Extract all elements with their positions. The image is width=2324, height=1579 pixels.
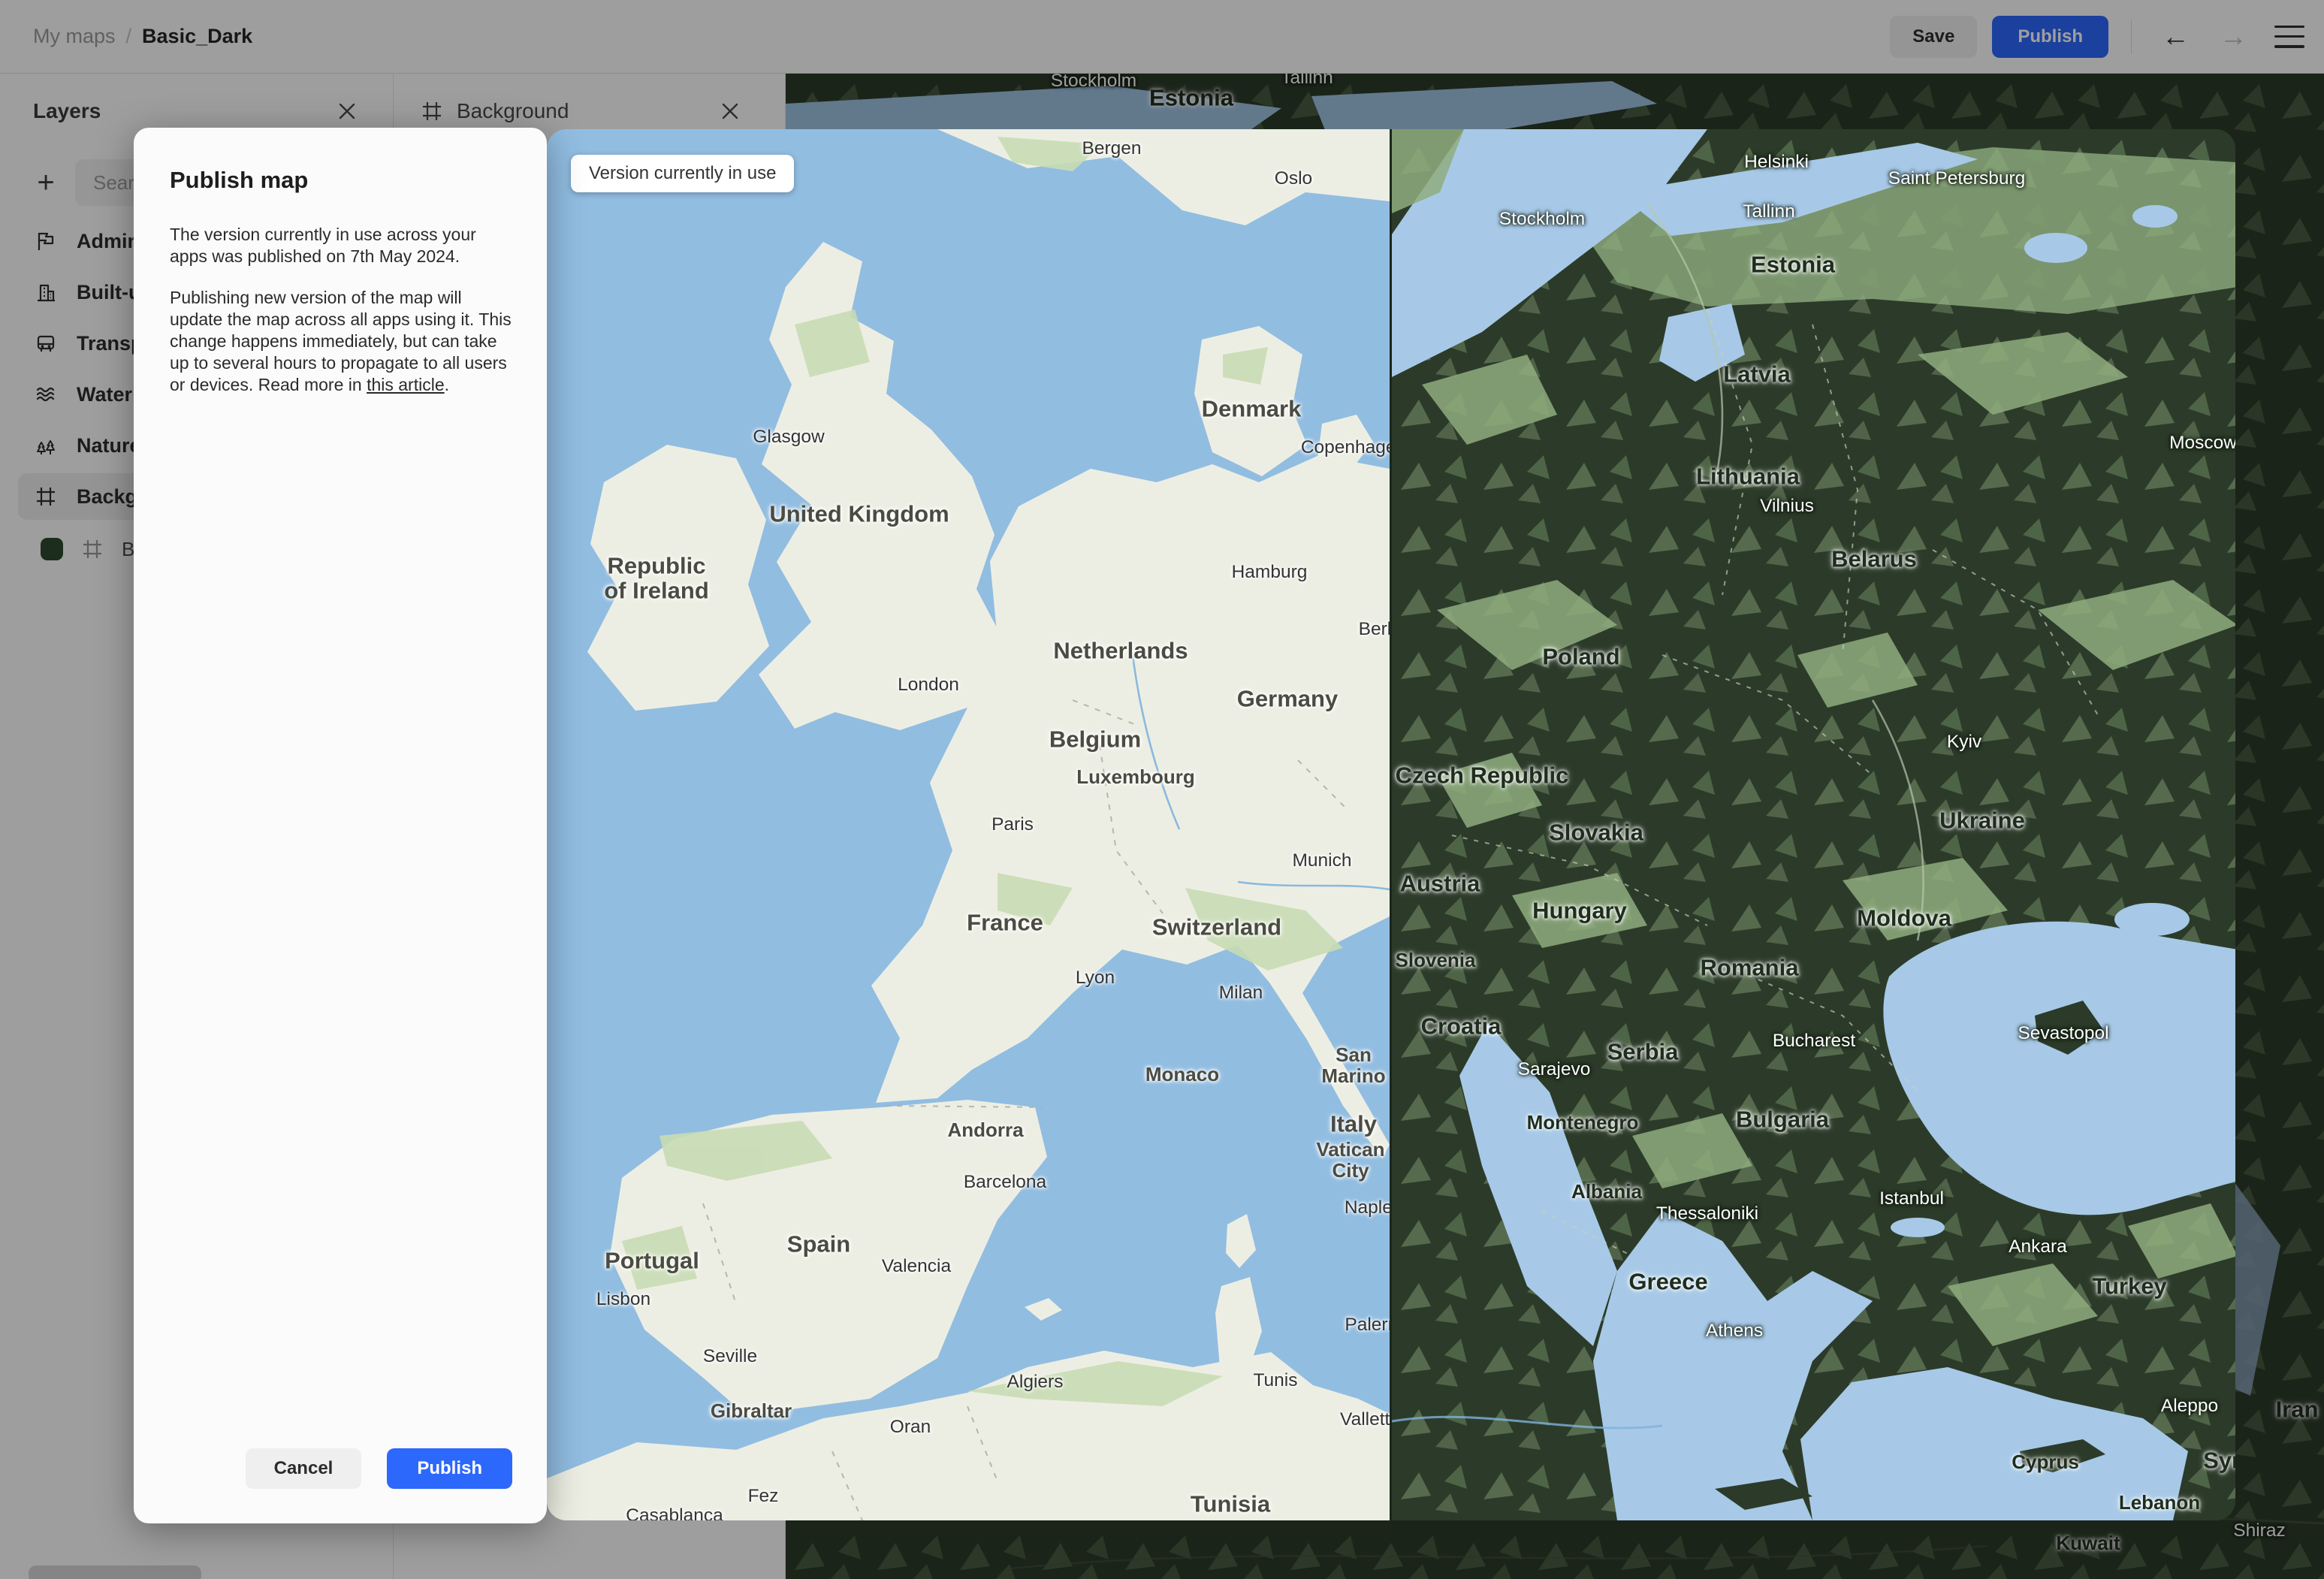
map-label: Switzerland bbox=[1151, 913, 1282, 940]
this-article-link[interactable]: this article bbox=[367, 375, 445, 394]
map-label: Moldova bbox=[1857, 904, 1951, 931]
map-label: Monaco bbox=[1145, 1062, 1220, 1085]
cancel-button[interactable]: Cancel bbox=[245, 1448, 362, 1489]
map-label: San Marino bbox=[1321, 1043, 1386, 1087]
map-label: Albania bbox=[1571, 1179, 1642, 1203]
dialog-paragraph-2-text: Publishing new version of the map will u… bbox=[170, 288, 512, 394]
map-label: Spain bbox=[786, 1230, 851, 1257]
map-label: France bbox=[967, 909, 1043, 936]
map-label: Hungary bbox=[1532, 897, 1627, 924]
map-label: Paris bbox=[991, 814, 1034, 835]
map-label: United Kingdom bbox=[769, 500, 949, 527]
map-label: Italy bbox=[1330, 1110, 1378, 1137]
map-label: Copenhagen bbox=[1300, 436, 1390, 457]
map-label: Lithuania bbox=[1696, 463, 1800, 490]
map-label: Casablanca bbox=[626, 1505, 723, 1520]
map-label: Vilnius bbox=[1760, 495, 1814, 516]
version-compare-region: Bergen Oslo Glasgow United Kingdom Republic … bbox=[547, 129, 2235, 1520]
map-label: Luxembourg bbox=[1076, 765, 1195, 788]
map-label: Czech Republic bbox=[1395, 762, 1569, 789]
map-label: Gibraltar bbox=[710, 1399, 792, 1422]
map-label: Lisbon bbox=[596, 1288, 651, 1309]
map-label: Munich bbox=[1292, 850, 1352, 871]
map-label: Stockholm bbox=[1499, 208, 1586, 229]
map-label: Croatia bbox=[1420, 1013, 1502, 1040]
map-label: Tunis bbox=[1253, 1369, 1298, 1390]
publish-button[interactable]: Publish bbox=[387, 1448, 512, 1489]
map-label: Hamburg bbox=[1231, 561, 1308, 582]
map-label: Greece bbox=[1628, 1268, 1708, 1295]
map-label: Athens bbox=[1705, 1320, 1764, 1341]
publish-dialog: Publish map The version currently in use… bbox=[134, 128, 547, 1523]
current-version-badge: Version currently in use bbox=[571, 155, 795, 192]
dialog-paragraph-2-period: . bbox=[444, 375, 450, 394]
dialog-paragraph-2: Publishing new version of the map will u… bbox=[170, 287, 512, 396]
map-label: Glasgow bbox=[753, 426, 825, 447]
map-label: Slovenia bbox=[1395, 948, 1476, 971]
map-label: Tallinn bbox=[1743, 201, 1795, 222]
map-label: Milan bbox=[1218, 982, 1263, 1003]
map-label: Turkey bbox=[2092, 1273, 2167, 1300]
map-label: Kyiv bbox=[1946, 731, 1982, 752]
map-label: Romania bbox=[1700, 954, 1799, 981]
map-label: Vatican City bbox=[1316, 1137, 1385, 1182]
map-label: Ukraine bbox=[1939, 807, 2025, 834]
map-label: Lebanon bbox=[2118, 1490, 2201, 1514]
dialog-paragraph-1: The version currently in use across your… bbox=[170, 225, 476, 266]
map-current-version[interactable]: Bergen Oslo Glasgow United Kingdom Republic … bbox=[547, 129, 1390, 1520]
map-label: Oslo bbox=[1274, 168, 1313, 189]
map-label: Denmark bbox=[1201, 395, 1302, 422]
map-new-version[interactable]: Helsinki Saint Petersburg Stockholm Tallinn… bbox=[1390, 129, 2235, 1520]
map-label: Poland bbox=[1542, 643, 1620, 670]
map-label: Germany bbox=[1236, 685, 1339, 712]
light-map-label-layer: Bergen Oslo Glasgow United Kingdom Republic … bbox=[547, 129, 1390, 1520]
map-label: Sarajevo bbox=[1517, 1058, 1591, 1079]
map-label: Andorra bbox=[947, 1118, 1024, 1141]
map-label: Estonia bbox=[1751, 251, 1835, 278]
map-label: Seville bbox=[702, 1345, 758, 1366]
map-label: Berlin bbox=[1358, 618, 1390, 639]
map-label: Istanbul bbox=[1879, 1188, 1944, 1209]
map-label: Palermo bbox=[1345, 1314, 1390, 1335]
map-label: Bucharest bbox=[1772, 1030, 1856, 1051]
map-label: Portugal bbox=[605, 1247, 699, 1274]
map-label: Cyprus bbox=[2012, 1450, 2079, 1473]
dialog-title: Publish map bbox=[170, 167, 309, 193]
map-label: Belgium bbox=[1049, 726, 1142, 753]
map-label: Bergen bbox=[1082, 137, 1142, 159]
map-label: Tunisia bbox=[1190, 1490, 1271, 1517]
map-label: Saint Petersburg bbox=[1888, 168, 2026, 189]
map-label: Moscow bbox=[2169, 432, 2235, 453]
map-label: Austria bbox=[1399, 870, 1480, 897]
map-label: Fez bbox=[747, 1485, 779, 1506]
map-label: Algiers bbox=[1007, 1371, 1064, 1392]
map-label: Aleppo bbox=[2160, 1395, 2219, 1416]
map-label: Serbia bbox=[1607, 1038, 1679, 1065]
map-label: Ankara bbox=[2009, 1236, 2067, 1257]
map-label: Lyon bbox=[1075, 967, 1115, 988]
map-label: Naples bbox=[1344, 1197, 1390, 1218]
map-label: Valletta bbox=[1340, 1408, 1390, 1430]
map-label: Valencia bbox=[881, 1255, 952, 1276]
map-label: Belarus bbox=[1831, 545, 1917, 572]
map-label: Slovakia bbox=[1549, 819, 1643, 846]
dark-map-label-layer: Helsinki Saint Petersburg Stockholm Tallinn… bbox=[1392, 129, 2235, 1520]
map-label: Republic of Ireland bbox=[604, 552, 709, 604]
app-window: Stockholm Tallinn Estonia Iran Shiraz Kuwait … bbox=[0, 0, 2324, 1579]
map-label: Oran bbox=[889, 1416, 931, 1437]
dialog-footer: Cancel Publish bbox=[245, 1448, 512, 1489]
map-label: London bbox=[898, 674, 959, 695]
map-label: Barcelona bbox=[963, 1171, 1047, 1192]
map-label: Bulgaria bbox=[1735, 1106, 1830, 1133]
map-label: Helsinki bbox=[1744, 151, 1809, 172]
map-label: Montenegro bbox=[1526, 1110, 1639, 1134]
map-label: Syria bbox=[2203, 1447, 2235, 1474]
map-label: Sevastopol bbox=[2018, 1022, 2109, 1043]
map-label: Netherlands bbox=[1053, 637, 1188, 664]
map-label: Thessaloniki bbox=[1655, 1203, 1759, 1224]
map-label: Latvia bbox=[1723, 361, 1791, 388]
